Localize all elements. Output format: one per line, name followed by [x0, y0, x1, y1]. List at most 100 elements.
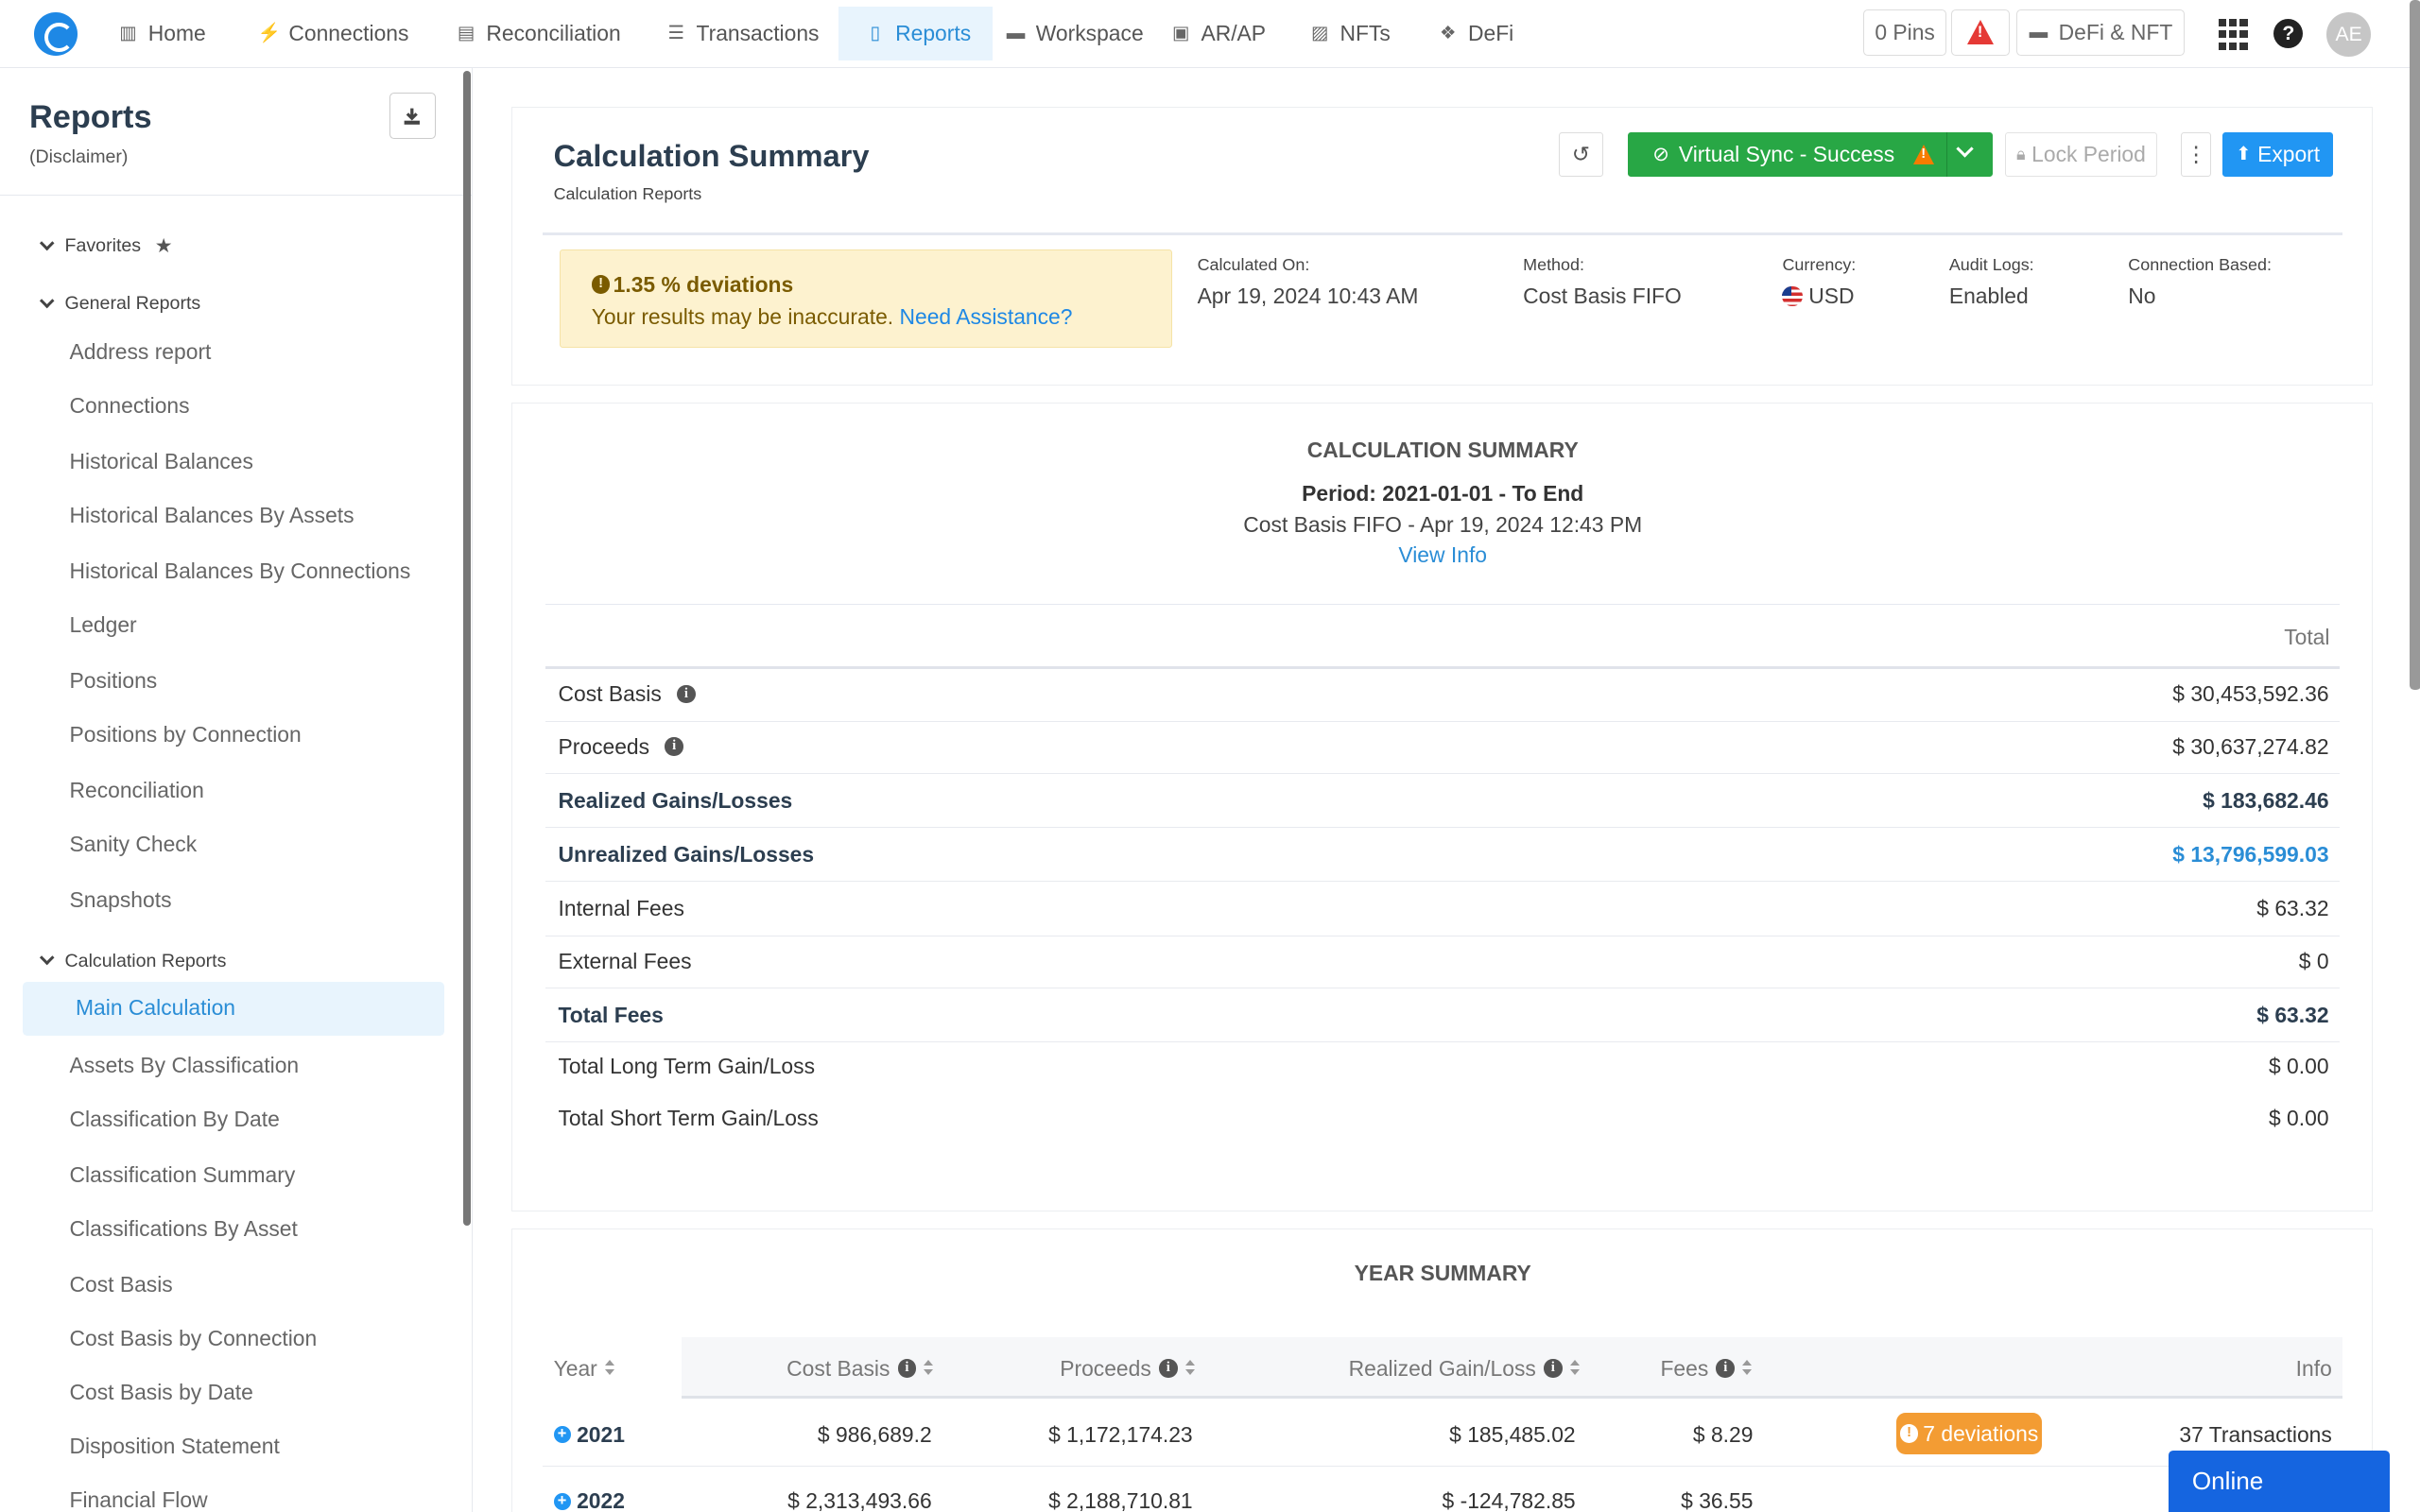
year-summary-header-row: Year Cost Basis i Proceeds i Realized Gain… — [543, 1337, 2343, 1400]
sidebar-item-disposition-statement[interactable]: Disposition Statement — [69, 1434, 279, 1459]
year-cell[interactable]: + 2022 — [553, 1488, 625, 1512]
help-icon[interactable]: ? — [2273, 18, 2304, 48]
col-proceeds-header[interactable]: Proceeds i — [1060, 1356, 1196, 1382]
fees-cell: $ 8.29 — [1692, 1421, 1754, 1447]
nav-nfts-label: NFTs — [1340, 20, 1391, 45]
expand-plus-icon[interactable]: + — [553, 1426, 571, 1444]
long-term-label: Total Long Term Gain/Loss — [558, 1053, 816, 1078]
sidebar-item-assets-by-classification[interactable]: Assets By Classification — [69, 1053, 299, 1078]
cost-basis-cell: $ 2,313,493.66 — [787, 1488, 932, 1512]
sidebar-item-historical-balances-connections[interactable]: Historical Balances By Connections — [69, 558, 410, 584]
download-button[interactable] — [389, 92, 436, 139]
nav-reconciliation[interactable]: ▤ Reconciliation — [440, 7, 636, 60]
sidebar-item-cost-basis[interactable]: Cost Basis — [69, 1272, 172, 1297]
deviations-badge[interactable]: ! 7 deviations — [1896, 1413, 2042, 1455]
col-year-header[interactable]: Year — [554, 1356, 616, 1382]
sidebar-item-address-report[interactable]: Address report — [69, 339, 211, 365]
nav-connections[interactable]: ⚡ Connections — [242, 7, 424, 60]
summary-method-line: Cost Basis FIFO - Apr 19, 2024 12:43 PM — [1243, 511, 1643, 537]
sidebar-item-snapshots[interactable]: Snapshots — [69, 887, 171, 913]
col-realized-header[interactable]: Realized Gain/Loss i — [1349, 1356, 1582, 1382]
alerts-button[interactable] — [1951, 9, 2011, 56]
sort-icon — [924, 1360, 934, 1377]
summary-heading: CALCULATION SUMMARY — [1306, 438, 1579, 463]
sidebar-item-classification-summary[interactable]: Classification Summary — [69, 1162, 295, 1188]
main-content: Calculation Summary Calculation Reports … — [474, 67, 2399, 1512]
nav-nfts[interactable]: ▨ NFTs — [1293, 7, 1406, 60]
us-flag-icon — [1782, 285, 1803, 306]
disclaimer-link[interactable]: (Disclaimer) — [29, 146, 128, 168]
summary-row-internal-fees: Internal Fees $ 63.32 — [545, 882, 2340, 936]
sidebar-item-ledger[interactable]: Ledger — [69, 612, 136, 638]
sidebar-item-positions[interactable]: Positions — [69, 668, 157, 694]
export-button[interactable]: ⬆ Export — [2221, 131, 2334, 178]
internal-fees-value: $ 63.32 — [2256, 896, 2329, 921]
sidebar-item-historical-balances-assets[interactable]: Historical Balances By Assets — [69, 503, 354, 528]
nav-workspace-label: Workspace — [1035, 20, 1144, 45]
col-cost-basis-header[interactable]: Cost Basis i — [786, 1356, 935, 1382]
nav-transactions-label: Transactions — [696, 20, 820, 45]
pins-button[interactable]: 0 Pins — [1863, 9, 1947, 56]
workspace-switcher[interactable]: ▬ DeFi & NFT — [2015, 9, 2185, 56]
short-term-value: $ 0.00 — [2268, 1106, 2329, 1131]
sidebar-scrollbar[interactable] — [462, 71, 472, 1226]
sidebar-item-classification-by-date[interactable]: Classification By Date — [69, 1107, 279, 1132]
nav-home[interactable]: ▥ Home — [102, 7, 221, 60]
history-button[interactable]: ↺ — [1558, 131, 1604, 178]
group-general-reports[interactable]: General Reports — [39, 293, 200, 315]
chat-widget-online[interactable]: Online — [2169, 1451, 2390, 1512]
info-icon[interactable]: i — [665, 737, 683, 756]
fees-cell: $ 36.55 — [1681, 1488, 1754, 1512]
nav-arap[interactable]: ▣ AR/AP — [1154, 7, 1281, 60]
sidebar-item-main-calculation[interactable]: Main Calculation — [23, 981, 445, 1036]
nav-defi-label: DeFi — [1467, 20, 1514, 45]
sidebar-item-cost-basis-by-date[interactable]: Cost Basis by Date — [69, 1380, 252, 1405]
unrealized-value-link[interactable]: $ 13,796,599.03 — [2172, 842, 2328, 868]
lock-period-label: Lock Period — [2031, 141, 2146, 166]
year-cell[interactable]: + 2021 — [553, 1422, 625, 1448]
lock-period-button[interactable]: 🔒︎ Lock Period — [2004, 131, 2158, 178]
table-row: + 2022 $ 2,313,493.66 $ 2,188,710.81 $ -… — [543, 1469, 2342, 1512]
summary-row-long-term: Total Long Term Gain/Loss $ 0.00 — [545, 1040, 2340, 1093]
summary-row-realized: Realized Gains/Losses $ 183,682.46 — [545, 774, 2340, 829]
sidebar-item-sanity-check[interactable]: Sanity Check — [69, 832, 197, 857]
sidebar-item-reconciliation[interactable]: Reconciliation — [69, 778, 203, 803]
nav-workspace[interactable]: ▬ Workspace — [990, 7, 1159, 60]
nav-reconciliation-label: Reconciliation — [486, 20, 621, 45]
sidebar-item-connections[interactable]: Connections — [69, 393, 189, 419]
summary-table-top-border — [545, 604, 2340, 606]
virtual-sync-button[interactable]: ⊘ Virtual Sync - Success — [1628, 131, 1993, 178]
apps-grid-icon[interactable] — [2218, 18, 2251, 51]
group-calculation-reports[interactable]: Calculation Reports — [39, 951, 226, 972]
chevron-down-icon[interactable] — [1955, 140, 1974, 158]
nav-defi[interactable]: ❖ DeFi — [1422, 7, 1530, 60]
sidebar-item-positions-by-connection[interactable]: Positions by Connection — [69, 722, 301, 747]
sidebar-item-historical-balances[interactable]: Historical Balances — [69, 449, 252, 474]
info-icon[interactable]: i — [677, 684, 696, 704]
realized-value: $ 183,682.46 — [2203, 787, 2329, 813]
sidebar-item-classifications-by-asset[interactable]: Classifications By Asset — [69, 1216, 297, 1242]
alert-message: Your results may be inaccurate. — [591, 304, 894, 330]
expand-plus-icon[interactable]: + — [553, 1492, 571, 1510]
page-scrollbar[interactable] — [2410, 0, 2420, 690]
nav-transactions[interactable]: ☰ Transactions — [649, 7, 834, 60]
view-info-link[interactable]: View Info — [1398, 542, 1487, 567]
method-value: Cost Basis FIFO — [1523, 283, 1682, 308]
summary-row-cost-basis: Cost Basis i $ 30,453,592.36 — [545, 667, 2340, 722]
avatar[interactable]: AE — [2325, 12, 2372, 58]
connection-based-label: Connection Based: — [2128, 255, 2272, 275]
star-icon: ★ — [154, 235, 173, 258]
sync-icon: ⊘ — [1652, 143, 1670, 165]
more-options-button[interactable]: ⋮ — [2180, 131, 2212, 178]
cost-basis-value: $ 30,453,592.36 — [2172, 681, 2329, 707]
plug-icon: ⚡ — [257, 23, 282, 44]
sidebar-item-cost-basis-by-connection[interactable]: Cost Basis by Connection — [69, 1326, 317, 1351]
group-favorites[interactable]: Favorites ★ — [39, 234, 173, 258]
alert-text: Your results may be inaccurate. Need Ass… — [592, 304, 1073, 330]
app-logo[interactable] — [33, 12, 78, 56]
nav-reports[interactable]: ▯ Reports — [838, 6, 994, 60]
breadcrumb: Calculation Reports — [553, 184, 702, 204]
sidebar-item-financial-flow[interactable]: Financial Flow — [69, 1487, 207, 1512]
col-fees-header[interactable]: Fees i — [1660, 1356, 1753, 1382]
need-assistance-link[interactable]: Need Assistance? — [900, 304, 1073, 329]
